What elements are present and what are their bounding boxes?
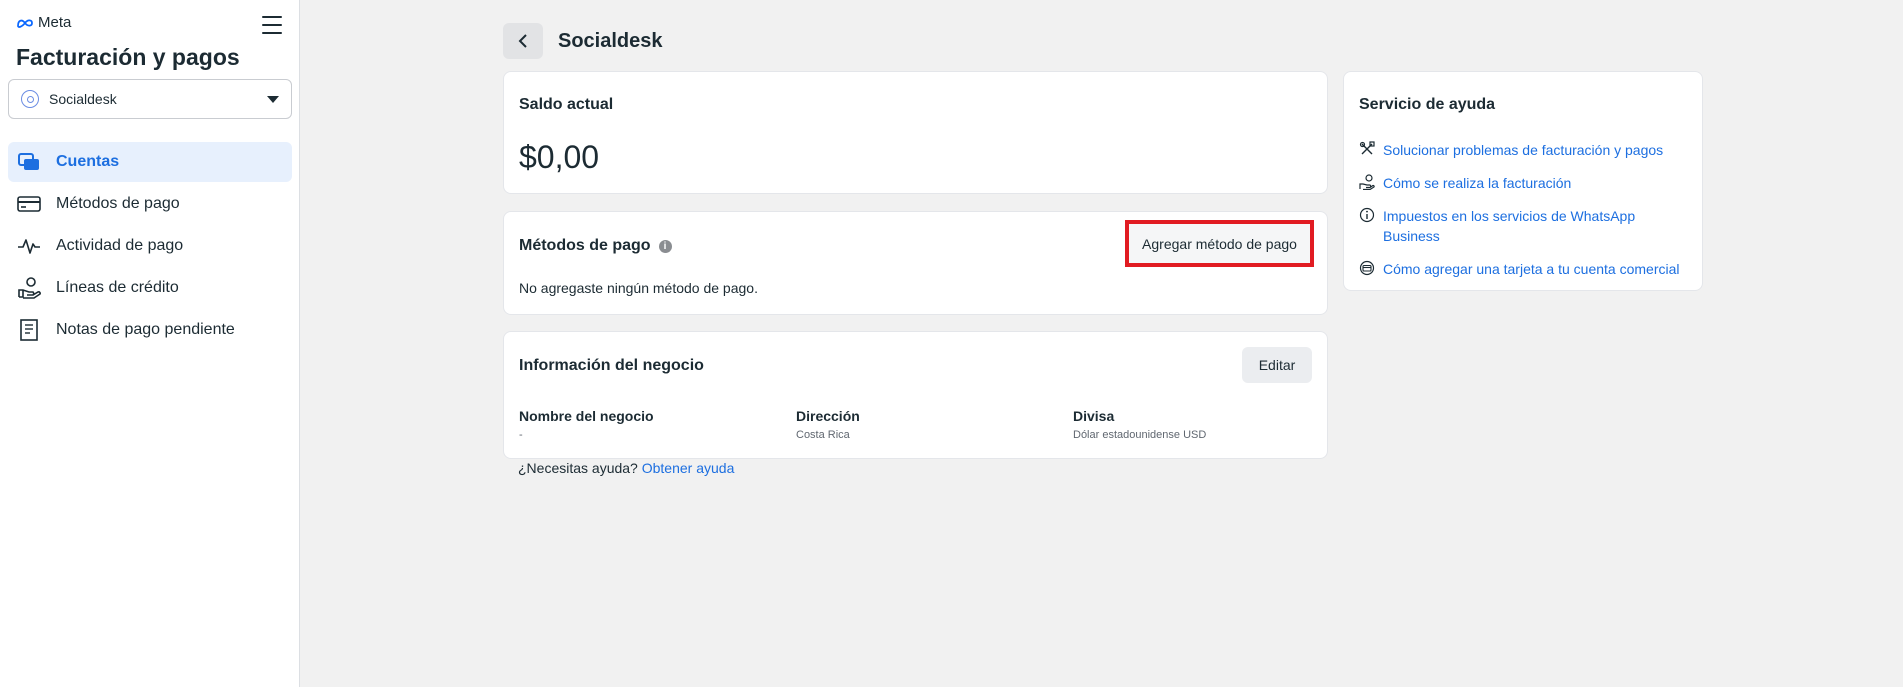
field-value: Dólar estadounidense USD (1073, 429, 1207, 441)
help-link-taxes[interactable]: Impuestos en los servicios de WhatsApp B… (1359, 206, 1694, 246)
sidebar: Meta Facturación y pagos Socialdesk Cuen… (0, 0, 300, 687)
app-title: Facturación y pagos (16, 44, 240, 70)
account-selector[interactable]: Socialdesk (8, 79, 292, 119)
business-field-address: Dirección Costa Rica (796, 408, 860, 441)
sidebar-item-metodos-de-pago[interactable]: Métodos de pago (8, 184, 292, 224)
field-value: - (519, 429, 523, 441)
balance-title: Saldo actual (519, 96, 614, 113)
help-link-add-card[interactable]: Cómo agregar una tarjeta a tu cuenta com… (1359, 259, 1694, 279)
help-link-label: Impuestos en los servicios de WhatsApp B… (1383, 208, 1636, 244)
activity-pulse-icon (16, 235, 42, 257)
chevron-left-icon (518, 34, 527, 48)
help-center-card: Servicio de ayuda Solucionar problemas d… (1343, 71, 1703, 291)
sidebar-item-label: Líneas de crédito (56, 279, 179, 296)
field-label: Divisa (1073, 408, 1115, 424)
sidebar-item-notas-de-pago-pendiente[interactable]: Notas de pago pendiente (8, 310, 292, 350)
get-help-link[interactable]: Obtener ayuda (642, 460, 735, 476)
field-label: Nombre del negocio (519, 408, 654, 424)
sidebar-nav: Cuentas Métodos de pago Actividad de pag… (8, 142, 292, 352)
sidebar-item-label: Notas de pago pendiente (56, 321, 235, 338)
balance-amount: $0,00 (519, 139, 600, 175)
help-link-label: Cómo agregar una tarjeta a tu cuenta com… (1383, 261, 1680, 277)
business-info-title: Información del negocio (519, 357, 704, 374)
sidebar-item-label: Métodos de pago (56, 195, 180, 212)
meta-infinity-icon (17, 19, 33, 28)
back-button[interactable] (503, 23, 543, 59)
help-prompt: ¿Necesitas ayuda? Obtener ayuda (518, 460, 734, 476)
accounts-icon (16, 151, 42, 173)
payment-methods-title: Métodos de pago (519, 237, 651, 254)
sidebar-item-label: Cuentas (56, 153, 120, 170)
balance-card: Saldo actual $0,00 (503, 71, 1328, 194)
help-link-label: Cómo se realiza la facturación (1383, 175, 1572, 191)
field-value: Costa Rica (796, 429, 850, 441)
help-prompt-text: ¿Necesitas ayuda? (518, 460, 638, 476)
credit-line-icon (16, 277, 42, 299)
sidebar-item-actividad-de-pago[interactable]: Actividad de pago (8, 226, 292, 266)
field-label: Dirección (796, 408, 860, 424)
business-account-icon (21, 90, 39, 108)
business-field-currency: Divisa Dólar estadounidense USD (1073, 408, 1206, 441)
business-info-card: Información del negocio Editar Nombre de… (503, 331, 1328, 459)
dropdown-caret-icon (267, 95, 279, 103)
help-link-troubleshoot[interactable]: Solucionar problemas de facturación y pa… (1359, 140, 1694, 160)
hamburger-menu-icon[interactable] (262, 16, 282, 34)
help-center-title: Servicio de ayuda (1359, 96, 1496, 113)
business-field-name: Nombre del negocio - (519, 408, 654, 441)
payment-methods-card: Métodos de pago i Agregar método de pago … (503, 211, 1328, 315)
help-link-billing[interactable]: Cómo se realiza la facturación (1359, 173, 1694, 193)
sidebar-item-lineas-de-credito[interactable]: Líneas de crédito (8, 268, 292, 308)
page-title: Socialdesk (558, 30, 663, 52)
payment-methods-title-row: Métodos de pago i (519, 237, 672, 255)
meta-wordmark: Meta (38, 14, 72, 31)
help-links-list: Solucionar problemas de facturación y pa… (1359, 140, 1694, 292)
credit-card-icon (16, 193, 42, 215)
sidebar-item-label: Actividad de pago (56, 237, 184, 254)
payment-methods-empty-text: No agregaste ningún método de pago. (519, 280, 758, 296)
meta-logo[interactable]: Meta (16, 14, 71, 31)
hand-coin-icon (1359, 174, 1375, 190)
card-circle-icon (1359, 260, 1375, 276)
edit-business-button[interactable]: Editar (1242, 347, 1312, 383)
receipt-icon (16, 319, 42, 341)
info-icon[interactable]: i (658, 240, 672, 253)
add-payment-method-button[interactable]: Agregar método de pago (1125, 220, 1314, 267)
tools-icon (1359, 141, 1375, 155)
help-link-label: Solucionar problemas de facturación y pa… (1383, 142, 1664, 158)
account-selector-value: Socialdesk (49, 91, 117, 107)
sidebar-item-cuentas[interactable]: Cuentas (8, 142, 292, 182)
info-icon (1359, 207, 1375, 223)
